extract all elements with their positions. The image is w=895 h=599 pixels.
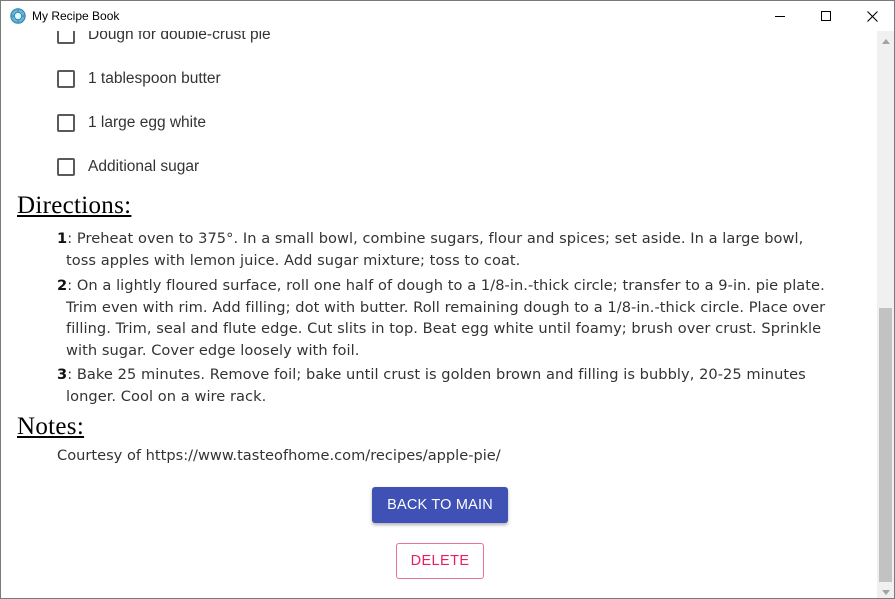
recipe-book-icon bbox=[10, 8, 26, 24]
direction-step: 3: Bake 25 minutes. Remove foil; bake un… bbox=[57, 364, 829, 407]
direction-step: 2: On a lightly floured surface, roll on… bbox=[57, 275, 829, 361]
scroll-down-button[interactable] bbox=[877, 582, 894, 599]
title-bar[interactable]: My Recipe Book bbox=[1, 1, 894, 31]
minimize-icon bbox=[775, 11, 785, 21]
ingredient-checkbox[interactable] bbox=[57, 114, 75, 132]
step-text: : On a lightly floured surface, roll one… bbox=[66, 277, 826, 359]
vertical-scrollbar[interactable] bbox=[877, 31, 894, 599]
directions-heading: Directions: bbox=[17, 192, 132, 219]
ingredient-item[interactable]: 1 tablespoon butter bbox=[57, 69, 221, 89]
step-number: 2 bbox=[57, 277, 68, 294]
ingredient-label: Dough for double-crust pie bbox=[88, 31, 271, 43]
ingredient-item[interactable]: Additional sugar bbox=[57, 157, 199, 177]
recipe-content[interactable]: Dough for double-crust pie 1 tablespoon … bbox=[1, 31, 877, 598]
step-number: 1 bbox=[57, 230, 68, 247]
minimize-button[interactable] bbox=[757, 1, 803, 31]
scroll-down-arrow-icon bbox=[881, 582, 890, 599]
back-to-main-button[interactable]: BACK TO MAIN bbox=[372, 487, 508, 523]
ingredient-label: Additional sugar bbox=[88, 158, 200, 175]
direction-step: 1: Preheat oven to 375°. In a small bowl… bbox=[57, 228, 829, 271]
ingredient-label: 1 large egg white bbox=[88, 114, 207, 131]
step-text: : Bake 25 minutes. Remove foil; bake unt… bbox=[66, 366, 806, 405]
scrollbar-thumb[interactable] bbox=[879, 308, 892, 582]
app-window: My Recipe Book Dough for double-crust pi… bbox=[0, 0, 895, 599]
close-button[interactable] bbox=[849, 1, 894, 31]
ingredient-item[interactable]: 1 large egg white bbox=[57, 113, 206, 133]
ingredient-checkbox[interactable] bbox=[57, 31, 75, 44]
delete-button[interactable]: DELETE bbox=[396, 543, 484, 579]
maximize-icon bbox=[821, 11, 831, 21]
notes-text: Courtesy of https://www.tasteofhome.com/… bbox=[57, 447, 501, 464]
close-icon bbox=[866, 10, 878, 22]
maximize-button[interactable] bbox=[803, 1, 849, 31]
ingredient-checkbox[interactable] bbox=[57, 158, 75, 176]
window-title: My Recipe Book bbox=[32, 9, 120, 23]
ingredient-item[interactable]: Dough for double-crust pie bbox=[57, 31, 271, 45]
step-number: 3 bbox=[57, 366, 68, 383]
ingredient-checkbox[interactable] bbox=[57, 70, 75, 88]
ingredient-label: 1 tablespoon butter bbox=[88, 70, 221, 87]
scroll-up-button[interactable] bbox=[877, 31, 894, 48]
notes-heading: Notes: bbox=[17, 413, 85, 440]
scroll-up-arrow-icon bbox=[881, 31, 890, 49]
step-text: : Preheat oven to 375°. In a small bowl,… bbox=[66, 230, 804, 269]
